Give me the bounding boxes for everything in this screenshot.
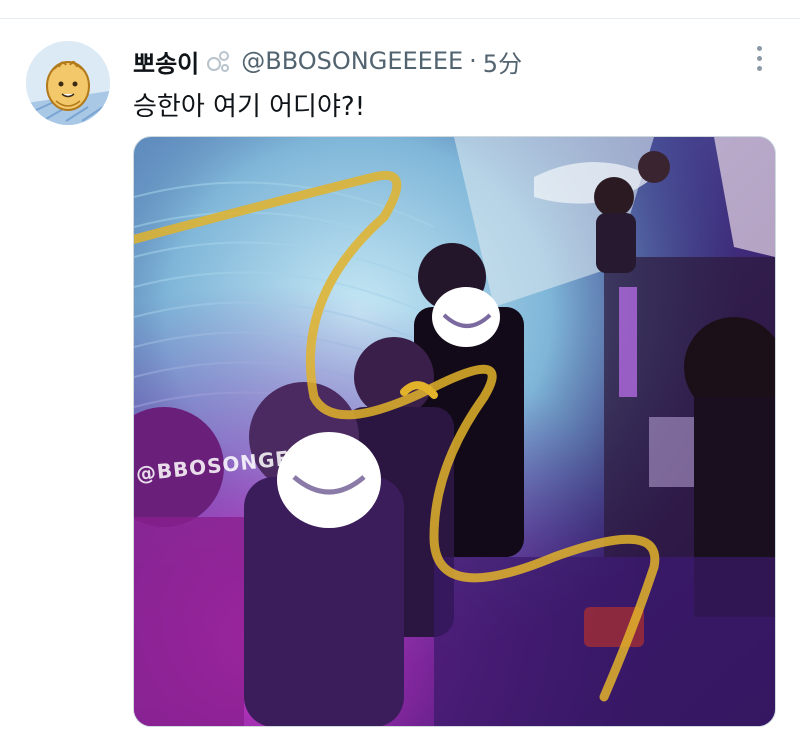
tweet-photo[interactable]: @BBOSONGEEEEE (133, 136, 776, 727)
separator: · (469, 47, 477, 75)
timestamp[interactable]: 5分 (483, 44, 522, 79)
tweet-text: 승한아 여기 어디야?! (133, 92, 366, 122)
page: 뽀송이 @BBOSONGEEEEE · 5分 승한아 여기 어디야?! @BBO… (0, 0, 800, 743)
more-vertical-icon (756, 45, 762, 51)
avatar[interactable] (26, 41, 110, 125)
more-vertical-icon (756, 55, 762, 61)
bubbles-icon (207, 51, 230, 72)
photo-image (134, 137, 775, 726)
display-name[interactable]: 뽀송이 (133, 44, 199, 79)
more-button[interactable] (744, 42, 774, 74)
handle[interactable]: @BBOSONGEEEEE (241, 47, 463, 75)
tweet-header: 뽀송이 @BBOSONGEEEEE · 5分 (133, 41, 522, 81)
more-vertical-icon (756, 65, 762, 71)
avatar-image (26, 41, 110, 125)
